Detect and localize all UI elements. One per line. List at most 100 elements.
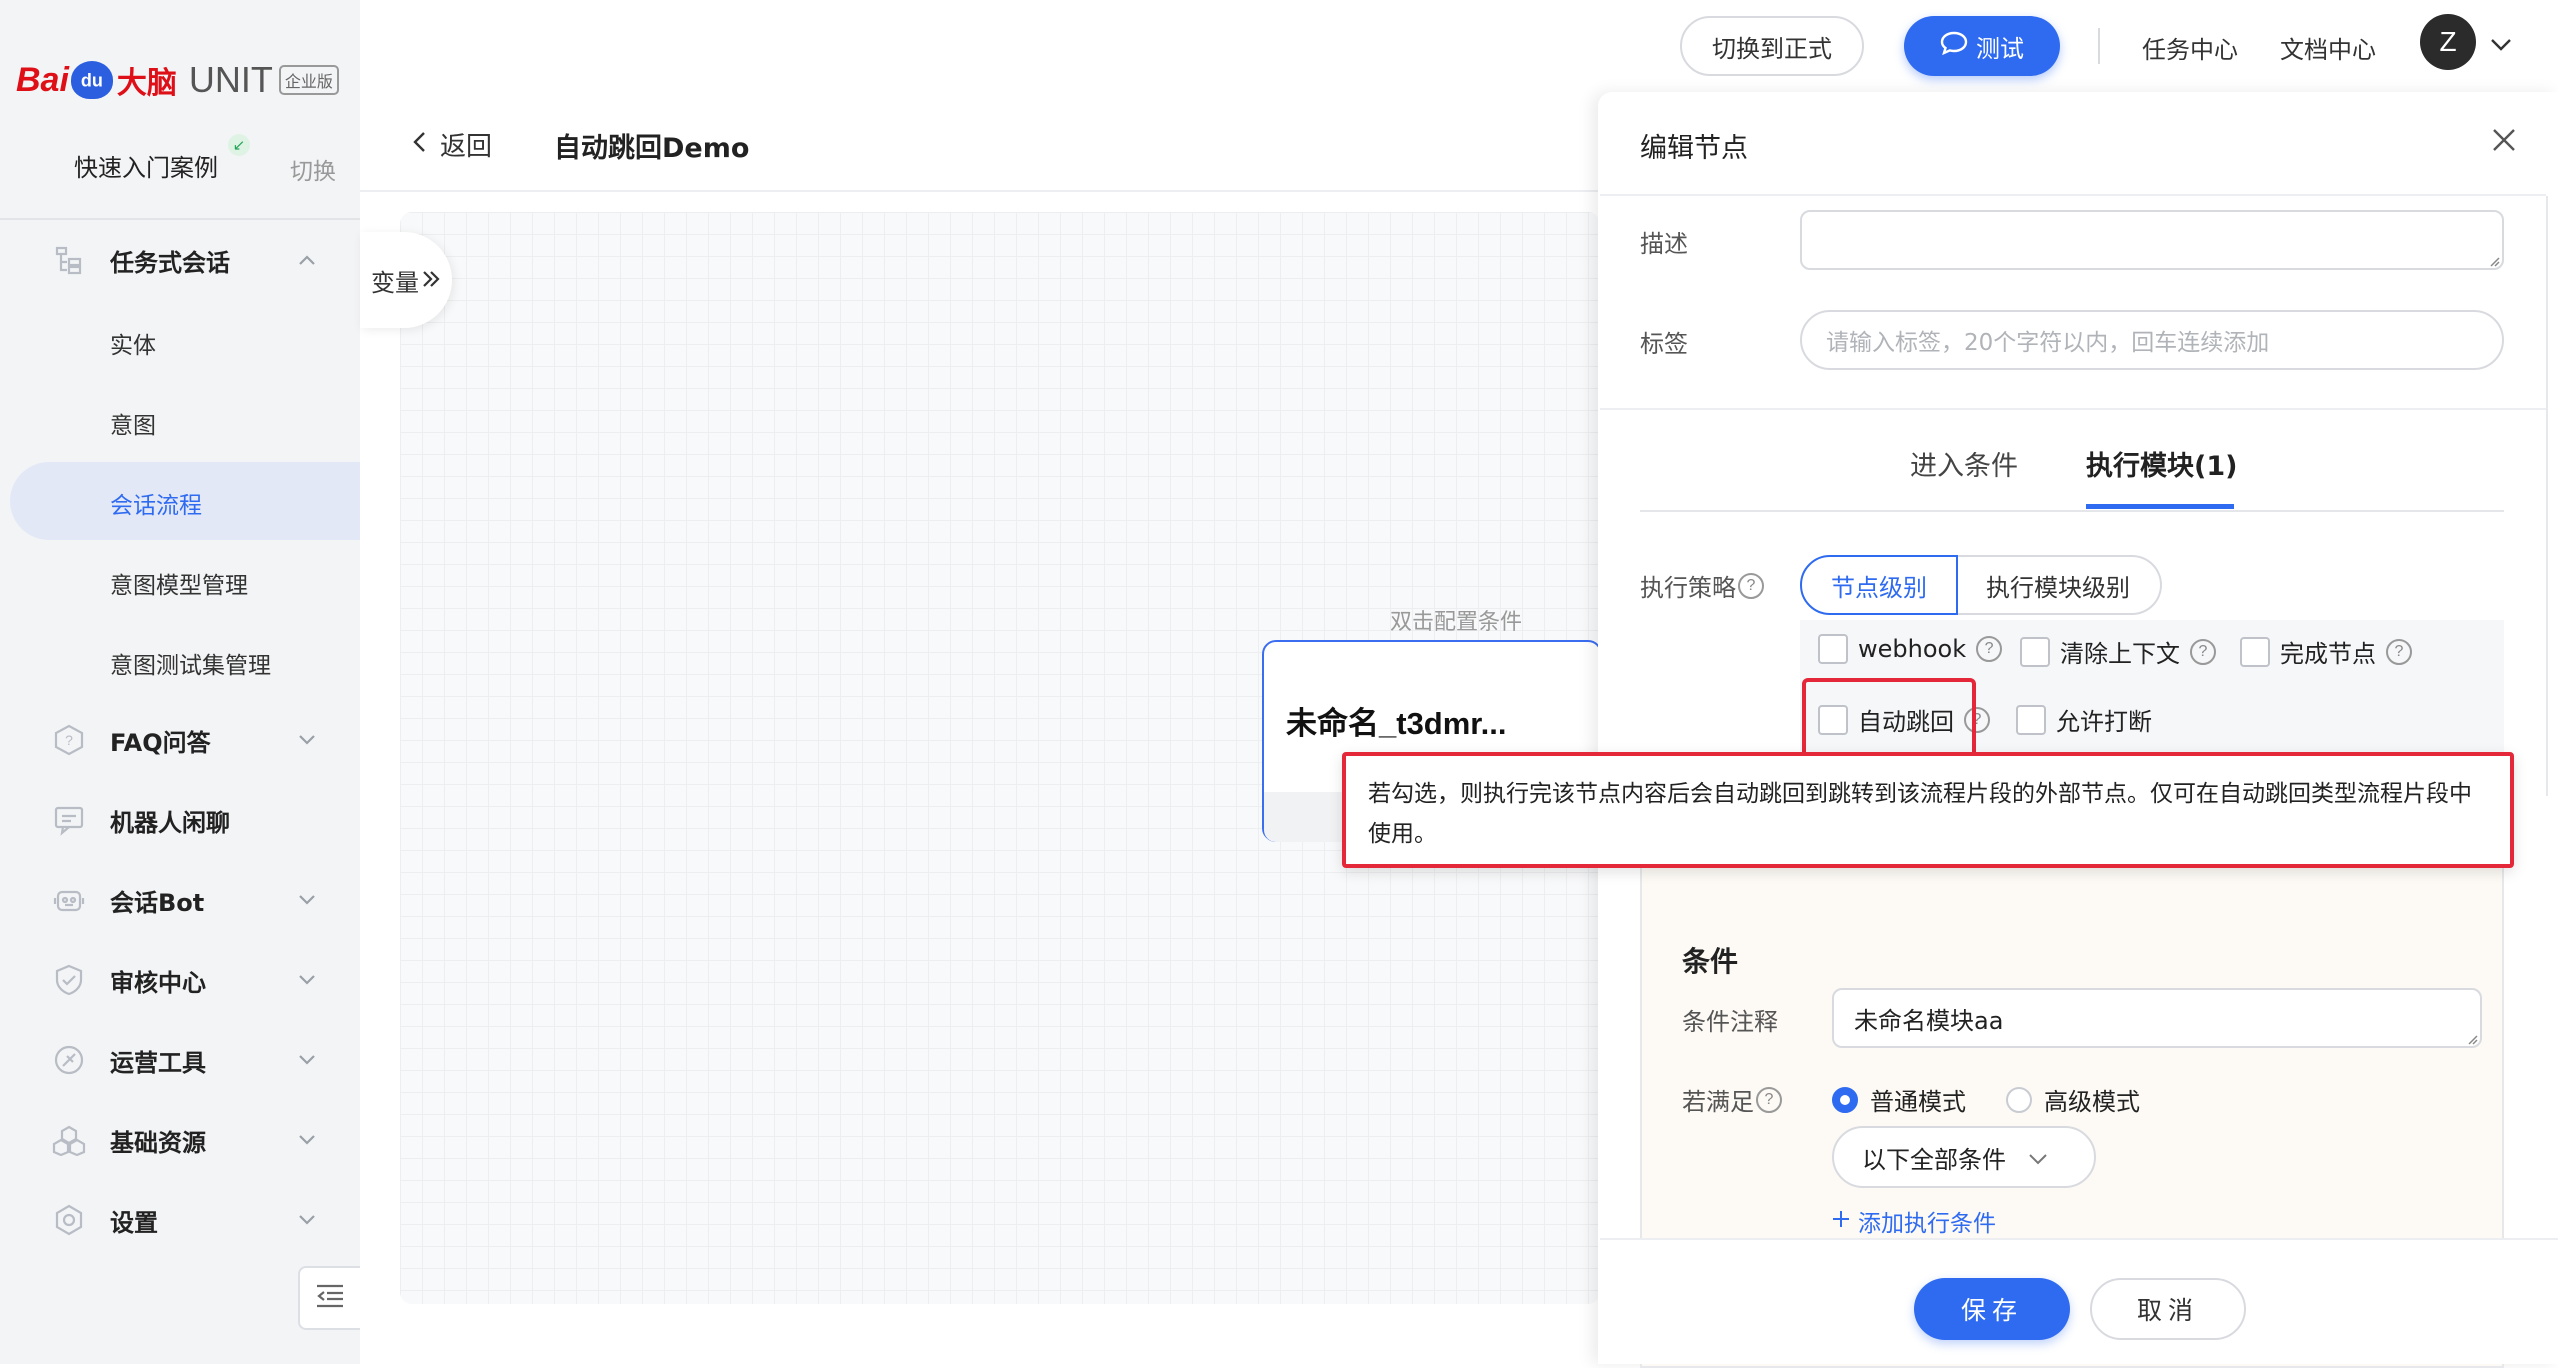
condition-note-input[interactable]: 未命名模块aa bbox=[1832, 988, 2482, 1048]
match-label-row: 若满足 ? bbox=[1682, 1082, 1782, 1117]
test-button[interactable]: 测试 bbox=[1904, 16, 2060, 76]
logo-brain-text: 大脑 bbox=[116, 66, 177, 101]
collapse-sidebar-button[interactable] bbox=[298, 1266, 360, 1330]
allow-interrupt-checkbox-row[interactable]: 允许打断 bbox=[2016, 702, 2152, 737]
tags-label: 标签 bbox=[1640, 330, 1688, 358]
task-center-link[interactable]: 任务中心 bbox=[2142, 30, 2238, 65]
shield-check-icon bbox=[52, 963, 86, 997]
sidebar-item-label: FAQ问答 bbox=[110, 728, 211, 757]
complete-node-label: 完成节点 bbox=[2280, 640, 2376, 668]
advanced-mode-radio[interactable]: 高级模式 bbox=[2006, 1082, 2140, 1117]
pin-icon: ↙ bbox=[228, 134, 250, 156]
chevron-up-icon bbox=[296, 249, 318, 271]
chevron-down-icon bbox=[296, 729, 318, 751]
chat-bubble-icon bbox=[1940, 30, 1968, 62]
switch-to-production-button[interactable]: 切换到正式 bbox=[1680, 16, 1864, 76]
chevron-down-icon[interactable] bbox=[2486, 30, 2516, 60]
save-button[interactable]: 保存 bbox=[1914, 1278, 2070, 1340]
chat-icon bbox=[52, 803, 86, 837]
add-condition-link[interactable]: 添加执行条件 bbox=[1832, 1204, 1996, 1238]
section-divider bbox=[1600, 408, 2546, 410]
help-icon[interactable]: ? bbox=[1738, 572, 1764, 599]
sidebar-item-ops-tools[interactable]: 运营工具 bbox=[0, 1024, 360, 1096]
help-icon[interactable]: ? bbox=[1976, 636, 2003, 662]
condition-match-value: 以下全部条件 bbox=[1862, 1145, 2006, 1174]
logo-product-text: UNIT bbox=[188, 59, 273, 100]
sidebar-divider bbox=[0, 218, 360, 220]
doc-center-link[interactable]: 文档中心 bbox=[2280, 30, 2376, 65]
baidu-unit-logo[interactable]: Bai du 大脑 UNIT 企业版 bbox=[16, 50, 339, 110]
question-shield-icon: ? bbox=[52, 723, 86, 757]
webhook-checkbox-row[interactable]: webhook ? bbox=[1818, 634, 2003, 664]
baidu-paw-icon: du bbox=[70, 61, 113, 99]
plus-icon bbox=[1832, 1208, 1850, 1234]
switch-case-link[interactable]: 切换 bbox=[290, 152, 336, 186]
tab-entry-conditions[interactable]: 进入条件 bbox=[1910, 444, 2018, 483]
sidebar-item-settings[interactable]: 设置 bbox=[0, 1184, 360, 1256]
resize-handle-icon[interactable] bbox=[2466, 1030, 2478, 1045]
sidebar-item-base-resources[interactable]: 基础资源 bbox=[0, 1104, 360, 1176]
add-condition-label: 添加执行条件 bbox=[1858, 1211, 1996, 1237]
active-tab-indicator bbox=[2086, 504, 2234, 509]
clear-context-checkbox[interactable] bbox=[2020, 636, 2050, 667]
robot-icon bbox=[52, 883, 86, 917]
help-icon[interactable]: ? bbox=[2386, 638, 2412, 665]
sidebar-item-task-dialog[interactable]: 任务式会话 bbox=[0, 224, 360, 296]
sidebar-item-review[interactable]: 审核中心 bbox=[0, 944, 360, 1016]
sidebar-item-chitchat[interactable]: 机器人闲聊 bbox=[0, 784, 360, 856]
auto-return-tooltip: 若勾选，则执行完该节点内容后会自动跳回到跳转到该流程片段的外部节点。仅可在自动跳… bbox=[1342, 752, 2514, 868]
match-label: 若满足 bbox=[1682, 1088, 1754, 1116]
complete-node-checkbox[interactable] bbox=[2240, 636, 2270, 667]
chevron-down-icon bbox=[296, 1049, 318, 1071]
tab-execution-modules[interactable]: 执行模块(1) bbox=[2086, 444, 2237, 483]
panel-footer bbox=[1600, 1238, 2558, 1364]
sidebar-item-bot[interactable]: 会话Bot bbox=[0, 864, 360, 936]
sidebar-item-label: 基础资源 bbox=[110, 1128, 206, 1157]
allow-interrupt-checkbox[interactable] bbox=[2016, 704, 2046, 735]
header-divider bbox=[360, 190, 1600, 192]
chevron-left-icon bbox=[412, 130, 426, 160]
module-condition-title: 条件 bbox=[1682, 945, 1739, 978]
clear-context-checkbox-row[interactable]: 清除上下文 ? bbox=[2020, 634, 2216, 669]
panel-header-divider bbox=[1600, 194, 2546, 196]
webhook-checkbox[interactable] bbox=[1818, 634, 1848, 664]
help-icon[interactable]: ? bbox=[2190, 638, 2216, 665]
page-title: 自动跳回Demo bbox=[554, 133, 750, 164]
back-button[interactable]: 返回 bbox=[412, 126, 492, 163]
radio-unselected-icon bbox=[2006, 1086, 2032, 1113]
sidebar-item-intent[interactable]: 意图 bbox=[110, 406, 156, 440]
strategy-module-level-option[interactable]: 执行模块级别 bbox=[1956, 555, 2162, 615]
clear-context-label: 清除上下文 bbox=[2060, 640, 2180, 668]
strategy-node-level-option[interactable]: 节点级别 bbox=[1800, 555, 1958, 615]
chevron-down-icon bbox=[296, 969, 318, 991]
webhook-label: webhook bbox=[1858, 635, 1967, 663]
current-case-title: 快速入门案例 bbox=[74, 154, 218, 182]
variables-tab[interactable]: 变量 bbox=[360, 232, 452, 328]
description-textarea[interactable] bbox=[1800, 210, 2504, 270]
advanced-mode-label: 高级模式 bbox=[2044, 1088, 2140, 1116]
sidebar-item-intent-model[interactable]: 意图模型管理 bbox=[110, 566, 248, 600]
normal-mode-radio[interactable]: 普通模式 bbox=[1832, 1082, 1966, 1117]
user-avatar[interactable]: Z bbox=[2420, 14, 2476, 70]
complete-node-checkbox-row[interactable]: 完成节点 ? bbox=[2240, 634, 2412, 669]
tabs-divider bbox=[1640, 510, 2504, 512]
sidebar-item-label: 运营工具 bbox=[110, 1048, 206, 1077]
help-icon[interactable]: ? bbox=[1756, 1086, 1782, 1113]
logo-bai-text: Bai bbox=[16, 60, 69, 99]
tags-input[interactable]: 请输入标签，20个字符以内，回车连续添加 bbox=[1800, 310, 2504, 370]
sidebar-item-label: 审核中心 bbox=[110, 968, 206, 997]
strategy-label-row: 执行策略 ? bbox=[1640, 568, 1764, 603]
sidebar-item-dialog-flow[interactable]: 会话流程 bbox=[110, 486, 202, 520]
condition-match-select[interactable]: 以下全部条件 bbox=[1832, 1126, 2096, 1188]
resize-handle-icon[interactable] bbox=[2488, 252, 2500, 267]
chevron-down-icon bbox=[296, 1209, 318, 1231]
edition-badge: 企业版 bbox=[278, 65, 339, 95]
close-icon[interactable] bbox=[2484, 120, 2524, 160]
condition-note-label: 条件注释 bbox=[1682, 1008, 1778, 1036]
panel-scrollbar[interactable] bbox=[2546, 196, 2558, 796]
topnav-separator bbox=[2098, 28, 2100, 64]
cancel-button[interactable]: 取消 bbox=[2090, 1278, 2246, 1340]
sidebar-item-entity[interactable]: 实体 bbox=[110, 326, 156, 360]
sidebar-item-intent-testset[interactable]: 意图测试集管理 bbox=[110, 646, 271, 680]
sidebar-item-faq[interactable]: ? FAQ问答 bbox=[0, 704, 360, 776]
